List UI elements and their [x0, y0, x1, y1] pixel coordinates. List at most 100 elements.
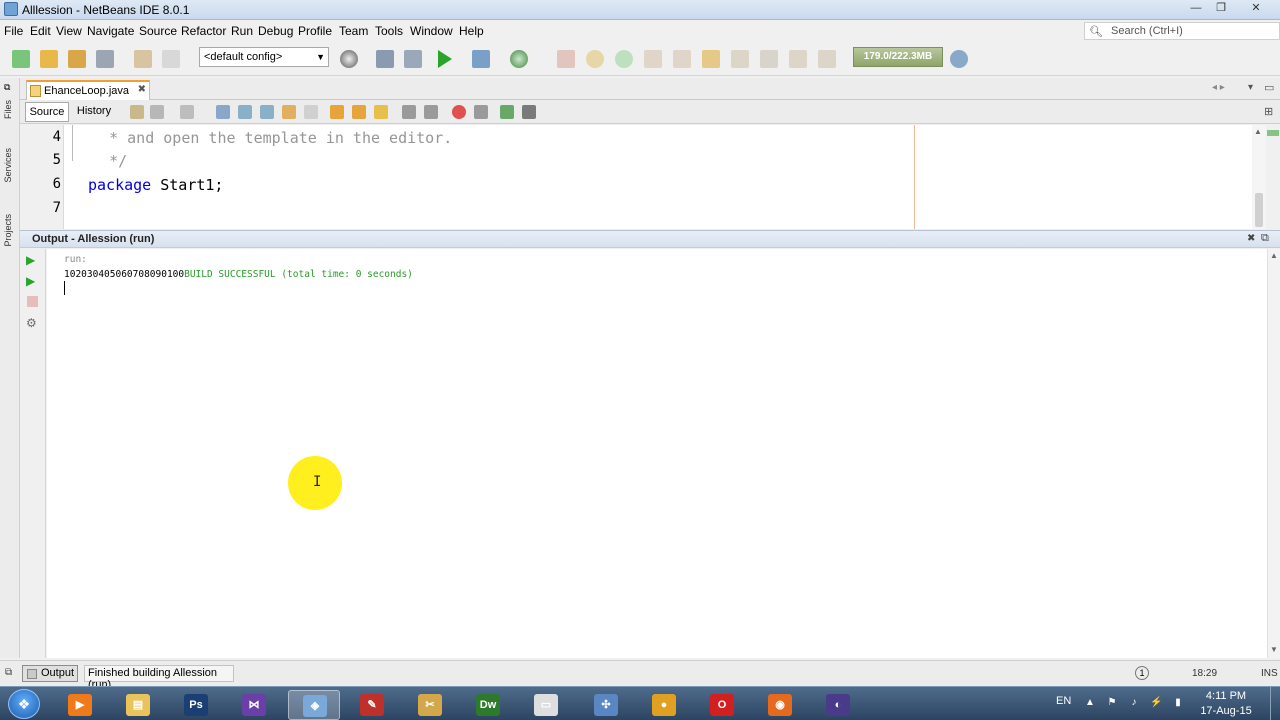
volume-icon[interactable]: ♪: [1128, 697, 1140, 709]
forward-icon[interactable]: [180, 105, 194, 119]
scroll-thumb[interactable]: [1255, 193, 1263, 227]
restore-output-icon[interactable]: ⧉: [5, 667, 12, 678]
code-editor[interactable]: 4 5 6 7 * and open the template in the e…: [20, 125, 1260, 229]
comment-icon[interactable]: [500, 105, 514, 119]
editor-file-tab[interactable]: EhanceLoop.java ✖: [26, 80, 150, 100]
side-tab-files[interactable]: Files: [3, 100, 13, 119]
find-icon[interactable]: [216, 105, 230, 119]
output-minimized-tab[interactable]: Output: [22, 665, 78, 682]
tab-list-icon[interactable]: ▾: [1248, 82, 1253, 93]
shift-right-icon[interactable]: [424, 105, 438, 119]
close-button[interactable]: ✕: [1234, 1, 1278, 17]
split-editor-icon[interactable]: ⊞: [1264, 105, 1273, 118]
config-dropdown[interactable]: <default config> ▼: [199, 47, 329, 67]
taskbar-app-firefox[interactable]: ◉: [754, 690, 806, 720]
taskbar-app-tools[interactable]: ✂: [404, 690, 456, 720]
save-all-icon[interactable]: [96, 50, 114, 68]
settings-icon[interactable]: ⚙: [26, 316, 37, 330]
maximize-editor-icon[interactable]: ▭: [1264, 81, 1274, 94]
record-macro-icon[interactable]: [452, 105, 466, 119]
redo-icon[interactable]: [162, 50, 180, 68]
find-previous-icon[interactable]: [238, 105, 252, 119]
rerun-customized-icon[interactable]: ▶: [26, 274, 35, 288]
menu-view[interactable]: View: [56, 24, 82, 38]
taskbar-app-window[interactable]: ▭: [520, 690, 572, 720]
taskbar-app-media-player[interactable]: ▶: [54, 690, 106, 720]
taskbar-app-dreamweaver[interactable]: Dw: [462, 690, 514, 720]
action-center-icon[interactable]: ⚑: [1106, 697, 1118, 709]
stop-macro-icon[interactable]: [474, 105, 488, 119]
menu-refactor[interactable]: Refactor: [181, 24, 226, 38]
menu-source[interactable]: Source: [139, 24, 177, 38]
start-button[interactable]: ❖: [8, 689, 40, 719]
last-edit-icon[interactable]: [130, 105, 144, 119]
menu-help[interactable]: Help: [459, 24, 484, 38]
close-output-icon[interactable]: ✖: [1247, 233, 1255, 244]
menu-run[interactable]: Run: [231, 24, 253, 38]
side-tab-services[interactable]: Services: [3, 148, 13, 183]
run-icon[interactable]: [438, 50, 452, 68]
maximize-button[interactable]: ❐: [1210, 1, 1232, 17]
power-icon[interactable]: ⚡: [1150, 697, 1162, 709]
menu-edit[interactable]: Edit: [30, 24, 51, 38]
scroll-down-icon[interactable]: ▼: [1270, 645, 1278, 654]
scroll-up-icon[interactable]: ▲: [1270, 251, 1278, 260]
network-signal-icon[interactable]: ▮: [1172, 697, 1184, 709]
prev-bookmark-icon[interactable]: [330, 105, 344, 119]
find-next-icon[interactable]: [260, 105, 274, 119]
next-bookmark-icon[interactable]: [352, 105, 366, 119]
taskbar-app-visual-studio[interactable]: ⋈: [228, 690, 280, 720]
new-project-icon[interactable]: [40, 50, 58, 68]
tab-scroll-icon[interactable]: ◂ ▸: [1212, 82, 1225, 93]
minimize-button[interactable]: —: [1183, 1, 1209, 17]
scroll-up-icon[interactable]: ▲: [1254, 127, 1262, 136]
editor-scrollbar[interactable]: ▲: [1252, 125, 1266, 229]
show-hidden-icons[interactable]: ▲: [1084, 697, 1096, 709]
source-tab[interactable]: Source: [25, 102, 69, 122]
taskbar-app-netbeans[interactable]: ◈: [288, 690, 340, 720]
open-project-icon[interactable]: [68, 50, 86, 68]
history-tab[interactable]: History: [74, 102, 114, 122]
undo-icon[interactable]: [134, 50, 152, 68]
toggle-highlight-icon[interactable]: [282, 105, 296, 119]
taskbar-app-opera[interactable]: O: [696, 690, 748, 720]
taskbar-app-network[interactable]: ✣: [580, 690, 632, 720]
shift-left-icon[interactable]: [402, 105, 416, 119]
taskbar-app-eclipse[interactable]: ◐: [812, 690, 864, 720]
clock-date[interactable]: 17-Aug-15: [1196, 705, 1256, 717]
debug-icon[interactable]: [472, 50, 490, 68]
taskbar-app-photoshop[interactable]: Ps: [170, 690, 222, 720]
output-scrollbar[interactable]: ▲ ▼: [1267, 249, 1280, 658]
language-indicator[interactable]: EN: [1056, 695, 1071, 707]
minimize-output-icon[interactable]: ⧉: [1261, 232, 1269, 245]
menu-tools[interactable]: Tools: [375, 24, 403, 38]
profile-icon[interactable]: [510, 50, 528, 68]
gc-icon[interactable]: [950, 50, 968, 68]
output-console[interactable]: run: 102030405060708090100BUILD SUCCESSF…: [47, 249, 1267, 658]
taskbar-app-app-red[interactable]: ✎: [346, 690, 398, 720]
close-tab-icon[interactable]: ✖: [138, 84, 146, 95]
side-tab-projects[interactable]: Projects: [3, 214, 13, 247]
build-hammer-icon[interactable]: [376, 50, 394, 68]
memory-indicator[interactable]: 179.0/222.3MB: [853, 47, 943, 67]
new-file-icon[interactable]: [12, 50, 30, 68]
back-icon[interactable]: [150, 105, 164, 119]
taskbar-app-file-explorer[interactable]: ▤: [112, 690, 164, 720]
taskbar-app-chrome[interactable]: ●: [638, 690, 690, 720]
uncomment-icon[interactable]: [522, 105, 536, 119]
notifications-icon[interactable]: 1: [1135, 666, 1149, 680]
clean-build-icon[interactable]: [404, 50, 422, 68]
toggle-bookmark-icon[interactable]: [374, 105, 388, 119]
rerun-icon[interactable]: ▶: [26, 253, 35, 267]
menu-file[interactable]: File: [4, 24, 23, 38]
show-desktop-button[interactable]: [1270, 687, 1280, 720]
selection-icon[interactable]: [304, 105, 318, 119]
menu-team[interactable]: Team: [339, 24, 368, 38]
menu-debug[interactable]: Debug: [258, 24, 293, 38]
clock-time[interactable]: 4:11 PM: [1196, 690, 1256, 702]
menu-window[interactable]: Window: [410, 24, 453, 38]
restore-icon[interactable]: ⧉: [4, 82, 10, 93]
search-box[interactable]: 🔍︎ Search (Ctrl+I): [1084, 22, 1280, 40]
menu-profile[interactable]: Profile: [298, 24, 332, 38]
config-globe-icon[interactable]: [340, 50, 358, 68]
